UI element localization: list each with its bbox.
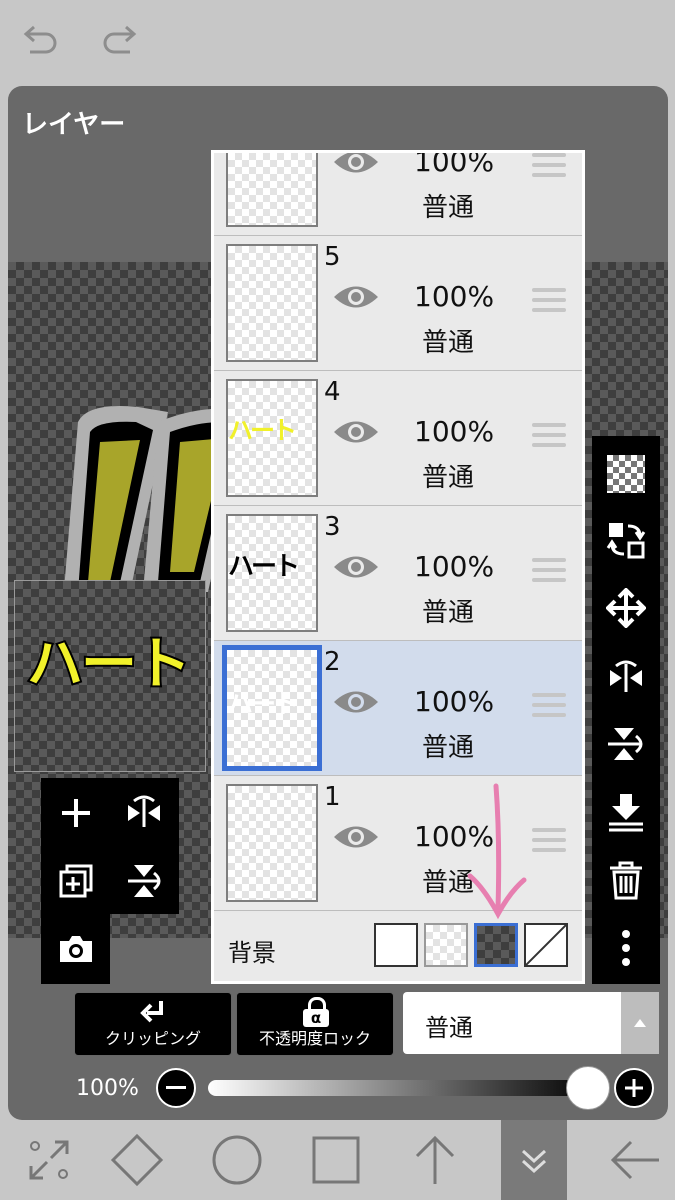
layer-row-selected[interactable]: ハート 2 100% 普通 xyxy=(214,641,582,776)
opacity-increase-button[interactable] xyxy=(614,1068,654,1108)
eye-icon[interactable] xyxy=(332,282,380,312)
top-bar xyxy=(0,0,675,86)
flip-horizontal-icon[interactable] xyxy=(600,650,652,702)
transparency-checker-icon[interactable] xyxy=(600,448,652,500)
eye-icon[interactable] xyxy=(332,687,380,717)
layer-row[interactable]: 100% 普通 xyxy=(214,150,582,236)
drag-handle-icon[interactable] xyxy=(532,693,566,719)
eye-icon[interactable] xyxy=(332,822,380,852)
undo-icon[interactable] xyxy=(18,22,62,58)
layer-row[interactable]: ハート 4 100% 普通 xyxy=(214,371,582,506)
layer-thumbnail: ハート xyxy=(222,645,322,771)
layer-number: 5 xyxy=(324,242,341,272)
layer-blend-mode: 普通 xyxy=(422,328,475,358)
drag-handle-icon[interactable] xyxy=(532,558,566,584)
camera-icon[interactable] xyxy=(53,926,99,972)
layer-thumbnail: ハート xyxy=(226,514,318,632)
layer-number: 3 xyxy=(324,512,341,542)
move-icon[interactable] xyxy=(600,582,652,634)
layer-blend-mode: 普通 xyxy=(422,463,475,493)
redo-icon[interactable] xyxy=(98,22,142,58)
layer-row[interactable]: 5 100% 普通 xyxy=(214,236,582,371)
opacity-lock-label: 不透明度ロック xyxy=(258,1029,371,1048)
drag-handle-icon[interactable] xyxy=(532,828,566,854)
lock-icon: α xyxy=(303,997,329,1027)
background-white-option[interactable] xyxy=(374,923,418,967)
opacity-label: 100% xyxy=(76,1076,139,1101)
dropdown-arrow-icon xyxy=(621,992,659,1054)
left-toolbox xyxy=(41,778,179,984)
more-options-icon[interactable] xyxy=(600,922,652,974)
clipping-label: クリッピング xyxy=(104,1029,201,1048)
layer-thumbnail xyxy=(226,153,318,227)
layer-opacity: 100% xyxy=(414,550,495,583)
opacity-decrease-button[interactable] xyxy=(156,1068,196,1108)
blend-mode-select[interactable]: 普通 xyxy=(403,992,659,1054)
layer-number: 2 xyxy=(324,647,341,677)
layer-thumbnail xyxy=(226,244,318,362)
annotation-arrow xyxy=(467,783,527,920)
ellipse-tool-icon[interactable] xyxy=(188,1120,286,1200)
clipping-icon xyxy=(140,1001,163,1023)
blend-mode-value: 普通 xyxy=(425,1014,473,1042)
right-toolbar xyxy=(592,436,660,984)
layer-thumbnail xyxy=(226,784,318,902)
add-layer-icon[interactable] xyxy=(53,790,99,836)
drag-handle-icon[interactable] xyxy=(532,288,566,314)
arrow-up-icon[interactable] xyxy=(386,1120,484,1200)
merge-down-icon[interactable] xyxy=(600,786,652,838)
delete-icon[interactable] xyxy=(600,854,652,906)
layer-number: 4 xyxy=(324,377,341,407)
layer-blend-mode: 普通 xyxy=(422,598,475,628)
polygon-lasso-icon[interactable] xyxy=(88,1120,186,1200)
duplicate-layer-icon[interactable] xyxy=(53,858,99,904)
layer-blend-mode: 普通 xyxy=(422,733,475,763)
opacity-slider-knob[interactable] xyxy=(566,1066,610,1110)
preview-text: ハート xyxy=(25,630,193,699)
layer-blend-mode: 普通 xyxy=(422,193,475,223)
layer-swap-icon[interactable] xyxy=(600,514,652,566)
thumbnail-text: ハート xyxy=(228,552,300,582)
layer-opacity: 100% xyxy=(414,280,495,313)
back-arrow-icon[interactable] xyxy=(586,1120,675,1200)
opacity-lock-button[interactable]: α 不透明度ロック xyxy=(236,992,394,1056)
bottom-nav xyxy=(0,1120,675,1200)
rectangle-tool-icon[interactable] xyxy=(287,1120,385,1200)
canvas-preview: ハート xyxy=(14,580,206,772)
background-label: 背景 xyxy=(228,939,276,967)
drag-handle-icon[interactable] xyxy=(532,153,566,179)
layer-opacity: 100% xyxy=(414,415,495,448)
panel-title: レイヤー xyxy=(22,110,126,140)
opacity-slider[interactable] xyxy=(208,1066,610,1110)
layer-thumbnail: ハート xyxy=(226,379,318,497)
flip-vertical-icon[interactable] xyxy=(600,718,652,770)
clipping-button[interactable]: クリッピング xyxy=(74,992,232,1056)
drag-handle-icon[interactable] xyxy=(532,423,566,449)
flip-vertical-icon[interactable] xyxy=(121,858,167,904)
layer-opacity: 100% xyxy=(414,150,495,178)
eye-icon[interactable] xyxy=(332,552,380,582)
layer-number: 1 xyxy=(324,782,341,812)
thumbnail-text: ハート xyxy=(228,416,297,445)
thumbnail-text: ハート xyxy=(227,690,299,720)
transform-tool-icon[interactable] xyxy=(0,1120,98,1200)
collapse-panel-icon[interactable] xyxy=(501,1120,567,1200)
flip-horizontal-icon[interactable] xyxy=(121,790,167,836)
eye-icon[interactable] xyxy=(332,150,380,177)
eye-icon[interactable] xyxy=(332,417,380,447)
opacity-row: 100% xyxy=(8,1066,668,1112)
layer-opacity: 100% xyxy=(414,685,495,718)
layer-row[interactable]: ハート 3 100% 普通 xyxy=(214,506,582,641)
